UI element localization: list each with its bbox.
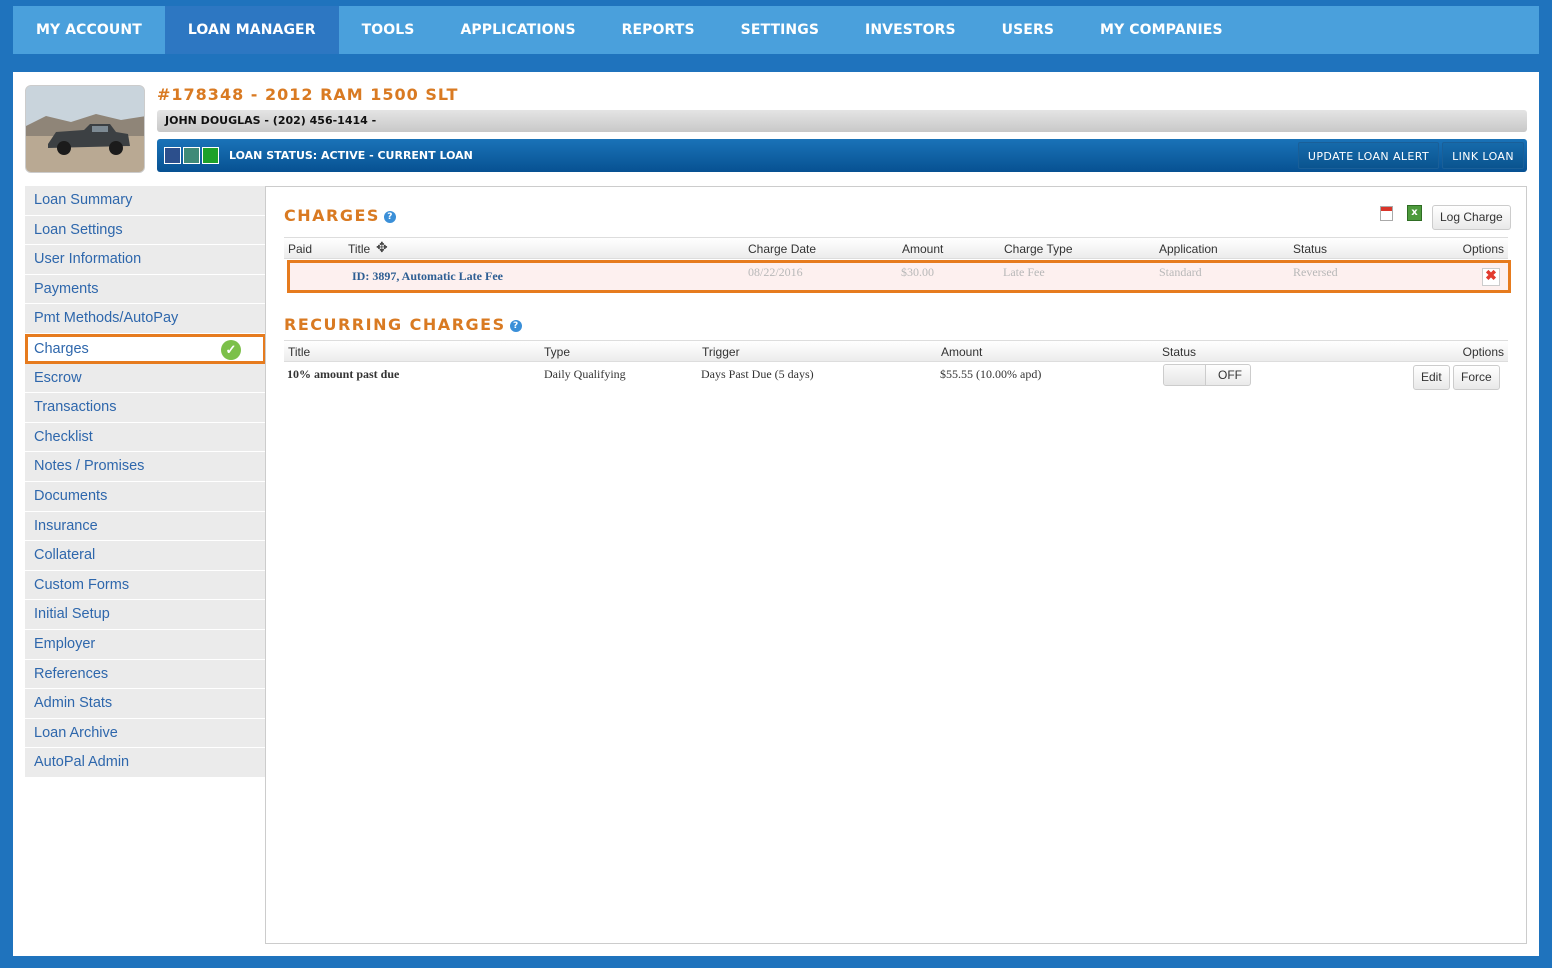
edit-button[interactable]: Edit: [1413, 365, 1450, 390]
charge-application: Standard: [1159, 265, 1202, 279]
charge-status: Reversed: [1293, 265, 1338, 279]
loan-sidebar: Loan Summary Loan Settings User Informat…: [25, 186, 266, 778]
top-nav: MY ACCOUNT LOAN MANAGER TOOLS APPLICATIO…: [13, 6, 1539, 54]
excel-export-icon[interactable]: x: [1407, 205, 1422, 221]
recurring-charges-heading: RECURRING CHARGES?: [284, 315, 522, 334]
charge-title-link[interactable]: ID: 3897, Automatic Late Fee: [352, 269, 503, 284]
charge-date: 08/22/2016: [748, 265, 803, 279]
sidebar-item-user-information[interactable]: User Information: [25, 245, 266, 275]
sidebar-item-custom-forms[interactable]: Custom Forms: [25, 570, 266, 601]
vehicle-thumbnail: [25, 85, 145, 173]
col-trigger[interactable]: Trigger: [702, 345, 740, 359]
update-loan-alert-button[interactable]: UPDATE LOAN ALERT: [1297, 142, 1440, 169]
sidebar-item-payments[interactable]: Payments: [25, 274, 266, 305]
sidebar-item-collateral[interactable]: Collateral: [25, 541, 266, 571]
charges-title: CHARGES: [284, 206, 380, 225]
charges-table-header: Paid Title ✥ Charge Date Amount Charge T…: [284, 237, 1508, 259]
status-indicator-blue: [164, 147, 181, 164]
sidebar-item-charges[interactable]: Charges ✓: [25, 333, 266, 364]
loan-status-bar: LOAN STATUS: ACTIVE - CURRENT LOAN UPDAT…: [157, 139, 1527, 172]
recurring-title: 10% amount past due: [287, 367, 400, 381]
help-icon[interactable]: ?: [383, 211, 396, 223]
charges-panel: CHARGES? x Log Charge Paid Title ✥ Charg…: [265, 186, 1527, 944]
sidebar-item-employer[interactable]: Employer: [25, 629, 266, 660]
sidebar-item-initial-setup[interactable]: Initial Setup: [25, 600, 266, 630]
sidebar-item-label: Charges: [34, 340, 89, 357]
col-amount[interactable]: Amount: [902, 242, 943, 256]
toggle-knob: [1164, 365, 1206, 385]
col-paid[interactable]: Paid: [288, 242, 312, 256]
nav-reports[interactable]: REPORTS: [599, 6, 718, 54]
col-charge-date[interactable]: Charge Date: [748, 242, 816, 256]
pdf-export-icon[interactable]: [1380, 206, 1393, 221]
col-type[interactable]: Type: [544, 345, 570, 359]
sidebar-item-references[interactable]: References: [25, 659, 266, 690]
nav-loan-manager[interactable]: LOAN MANAGER: [164, 6, 339, 54]
col-title[interactable]: Title: [288, 345, 310, 359]
nav-users[interactable]: USERS: [979, 6, 1077, 54]
sidebar-item-checklist[interactable]: Checklist: [25, 422, 266, 453]
contact-bar: JOHN DOUGLAS - (202) 456-1414 -: [157, 110, 1527, 132]
col-status[interactable]: Status: [1162, 345, 1196, 359]
main-frame: #178348 - 2012 RAM 1500 SLT JOHN DOUGLAS…: [13, 72, 1539, 956]
recurring-type: Daily Qualifying: [544, 367, 626, 381]
sidebar-item-loan-archive[interactable]: Loan Archive: [25, 718, 266, 749]
sidebar-item-notes-promises[interactable]: Notes / Promises: [25, 452, 266, 482]
charges-heading: CHARGES?: [284, 206, 396, 225]
sidebar-item-transactions[interactable]: Transactions: [25, 393, 266, 423]
nav-tools[interactable]: TOOLS: [339, 6, 438, 54]
col-options: Options: [1462, 345, 1504, 359]
nav-applications[interactable]: APPLICATIONS: [437, 6, 598, 54]
recurring-charges-title: RECURRING CHARGES: [284, 315, 506, 334]
col-status[interactable]: Status: [1293, 242, 1327, 256]
recurring-trigger: Days Past Due (5 days): [701, 367, 814, 381]
link-loan-button[interactable]: LINK LOAN: [1442, 142, 1524, 169]
loan-status-text: LOAN STATUS: ACTIVE - CURRENT LOAN: [229, 149, 473, 162]
col-application[interactable]: Application: [1159, 242, 1218, 256]
sidebar-item-loan-settings[interactable]: Loan Settings: [25, 215, 266, 246]
help-icon[interactable]: ?: [509, 320, 522, 332]
col-options: Options: [1462, 242, 1504, 256]
charge-amount: $30.00: [901, 265, 934, 279]
nav-my-companies[interactable]: MY COMPANIES: [1077, 6, 1246, 54]
loan-title: #178348 - 2012 RAM 1500 SLT: [157, 85, 459, 104]
charge-row[interactable]: ID: 3897, Automatic Late Fee 08/22/2016 …: [287, 260, 1511, 293]
sidebar-item-autopal-admin[interactable]: AutoPal Admin: [25, 748, 266, 778]
log-charge-button[interactable]: Log Charge: [1432, 205, 1511, 230]
sidebar-item-insurance[interactable]: Insurance: [25, 511, 266, 542]
recurring-charge-row: 10% amount past due Daily Qualifying Day…: [287, 363, 1511, 393]
checkmark-icon: ✓: [221, 339, 241, 360]
nav-my-account[interactable]: MY ACCOUNT: [13, 6, 165, 54]
status-indicator-teal: [183, 147, 200, 164]
status-indicator-green: [202, 147, 219, 164]
sidebar-item-documents[interactable]: Documents: [25, 481, 266, 512]
sidebar-item-escrow[interactable]: Escrow: [25, 363, 266, 394]
col-charge-type[interactable]: Charge Type: [1004, 242, 1073, 256]
col-amount[interactable]: Amount: [941, 345, 982, 359]
charge-type: Late Fee: [1003, 265, 1045, 279]
nav-investors[interactable]: INVESTORS: [842, 6, 979, 54]
nav-settings[interactable]: SETTINGS: [718, 6, 842, 54]
toggle-label: OFF: [1218, 368, 1242, 382]
sidebar-item-pmt-methods[interactable]: Pmt Methods/AutoPay: [25, 304, 266, 334]
recurring-table-header: Title Type Trigger Amount Status Options: [284, 340, 1508, 362]
sidebar-item-loan-summary[interactable]: Loan Summary: [25, 186, 266, 216]
recurring-amount: $55.55 (10.00% apd): [940, 367, 1042, 381]
sidebar-item-admin-stats[interactable]: Admin Stats: [25, 689, 266, 719]
force-button[interactable]: Force: [1453, 365, 1500, 390]
delete-charge-icon[interactable]: ✖: [1482, 268, 1500, 286]
col-title[interactable]: Title: [348, 242, 370, 256]
move-cursor-icon: ✥: [376, 239, 388, 255]
recurring-status-toggle[interactable]: OFF: [1163, 364, 1251, 386]
